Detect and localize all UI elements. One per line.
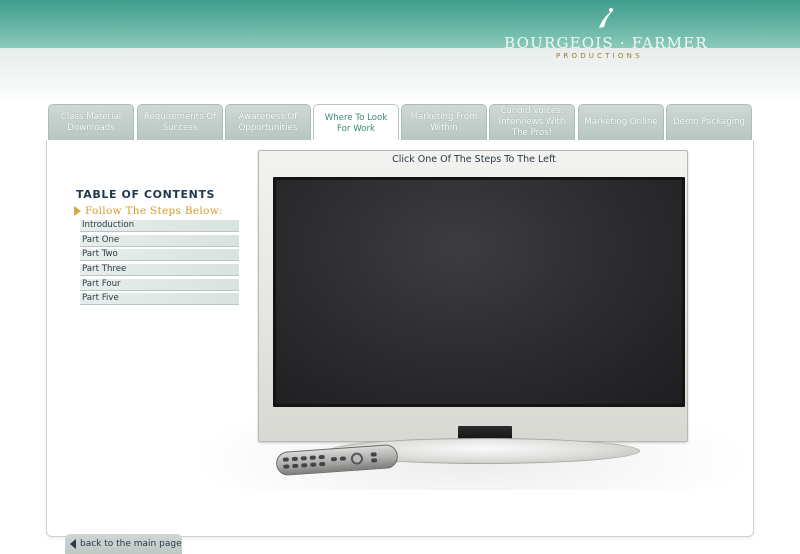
remote-button [330, 457, 338, 462]
remote-button [292, 463, 299, 469]
tab-requirements[interactable]: Requirements Of Success [137, 104, 223, 140]
remote-dpad [350, 452, 364, 466]
tab-label: Marketing From Within [410, 111, 478, 133]
tab-label: Requirements Of Success [143, 111, 217, 133]
remote-button [283, 464, 290, 469]
tab-candid-voices[interactable]: Candid Voices: Interviews With The Pros! [489, 104, 575, 140]
remote-button [291, 456, 298, 462]
tv-caption: Click One Of The Steps To The Left [392, 154, 556, 165]
tv-bezel [273, 177, 685, 407]
arrow-left-icon [70, 539, 76, 549]
remote-button [319, 461, 326, 467]
tab-marketing-within[interactable]: Marketing From Within [401, 104, 487, 140]
arrow-right-icon [74, 206, 81, 216]
tab-bar: Class Material Downloads Requirements Of… [46, 104, 756, 142]
tab-label: Class Material Downloads [60, 111, 122, 133]
remote-button [309, 455, 316, 460]
remote-button [318, 454, 325, 460]
tab-label: Where To Look For Work [324, 112, 388, 134]
tab-awareness[interactable]: Awareness Of Opportunities [225, 104, 311, 140]
back-to-main-link[interactable]: back to the main page [65, 534, 182, 554]
tab-label: Awareness Of Opportunities [238, 111, 298, 133]
remote-button [370, 452, 377, 457]
brand-logo: BOURGEOIS · FARMER PRODUCTIONS [500, 4, 712, 60]
brand-subtitle: PRODUCTIONS [556, 52, 643, 60]
tv-frame: Click One Of The Steps To The Left [258, 150, 688, 442]
tab-where-to-look[interactable]: Where To Look For Work [313, 104, 399, 142]
remote-button [310, 462, 317, 467]
tab-label: Marketing Online [584, 117, 658, 127]
remote-button [339, 456, 347, 461]
back-link-label: back to the main page [80, 539, 182, 549]
tab-demo-packaging[interactable]: Demo Packaging [666, 104, 752, 140]
remote-buttons [282, 450, 384, 471]
tab-label: Demo Packaging [673, 117, 745, 127]
tab-label: Candid Voices: Interviews With The Pros! [498, 106, 566, 138]
tv-screen [276, 180, 682, 404]
remote-button [282, 457, 289, 462]
brand-name: BOURGEOIS · FARMER [504, 34, 708, 52]
remote-button [370, 458, 378, 463]
tv-display: Click One Of The Steps To The Left [190, 150, 750, 490]
remote-button [301, 463, 308, 468]
logo-icon [599, 8, 614, 28]
tab-marketing-online[interactable]: Marketing Online [578, 104, 664, 140]
remote-button [300, 456, 307, 461]
tab-class-material[interactable]: Class Material Downloads [48, 104, 134, 140]
